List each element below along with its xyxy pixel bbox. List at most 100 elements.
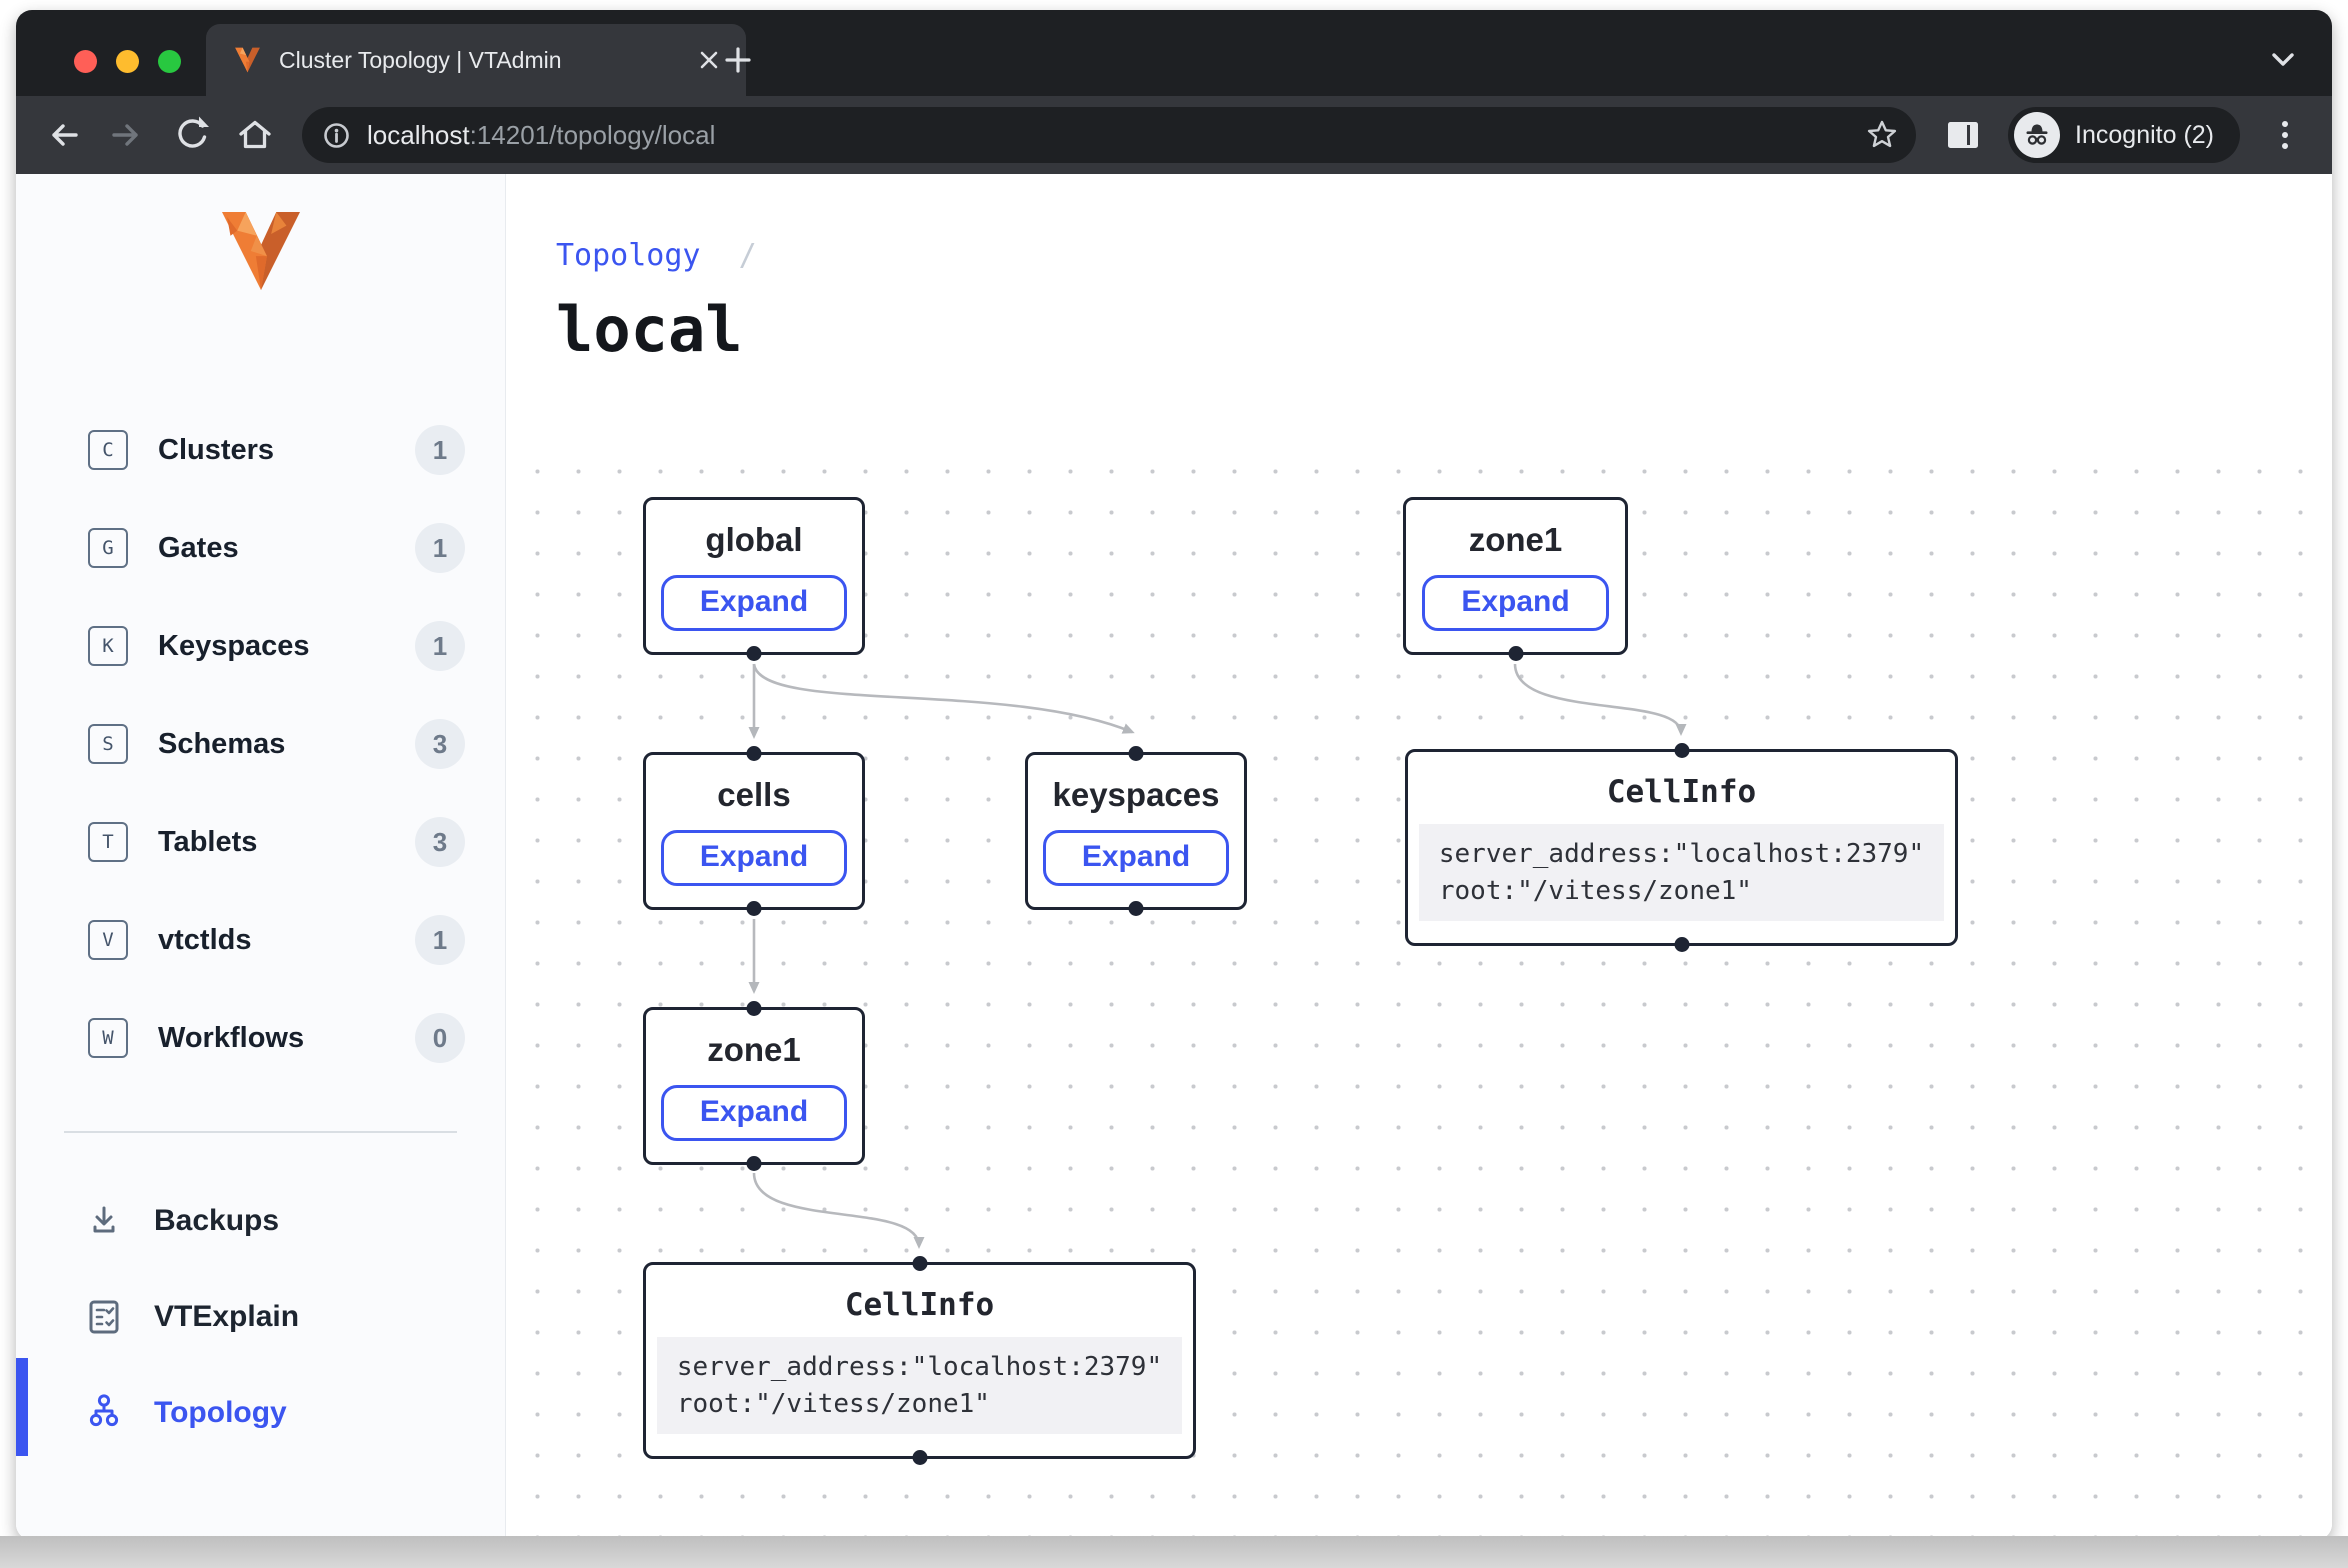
vitess-favicon-icon <box>234 47 261 73</box>
connection-port <box>747 646 762 661</box>
sidebar-item-clusters[interactable]: C Clusters 1 <box>16 401 505 499</box>
count-badge: 1 <box>415 425 465 475</box>
code-line: server_address:"localhost:2379" <box>1439 836 1924 873</box>
connection-port <box>1674 937 1689 952</box>
cellinfo-code: server_address:"localhost:2379" root:"/v… <box>657 1337 1182 1435</box>
vtctlds-icon: V <box>88 920 128 960</box>
breadcrumb-separator: / <box>739 238 757 273</box>
expand-button[interactable]: Expand <box>1043 830 1229 886</box>
topology-node-cellinfo-right: CellInfo server_address:"localhost:2379"… <box>1405 749 1958 946</box>
connection-port <box>747 746 762 761</box>
page-header: Topology / local <box>506 174 2332 366</box>
tab-title: Cluster Topology | VTAdmin <box>279 47 680 74</box>
tab-strip: Cluster Topology | VTAdmin <box>16 10 2332 96</box>
topology-node-cells: cells Expand <box>643 752 865 910</box>
vitess-logo <box>217 212 305 295</box>
sidebar-divider <box>64 1131 457 1133</box>
breadcrumb-topology-link[interactable]: Topology <box>556 238 701 273</box>
node-title: zone1 <box>1469 521 1563 559</box>
keyspaces-icon: K <box>88 626 128 666</box>
topology-icon <box>82 1392 126 1434</box>
connection-port <box>747 1156 762 1171</box>
node-title: CellInfo <box>1607 774 1756 810</box>
sidebar-item-label: Gates <box>158 532 385 565</box>
tab-close-icon[interactable] <box>698 49 720 71</box>
sidebar-item-label: Backups <box>154 1204 279 1238</box>
connection-port <box>1508 646 1523 661</box>
reload-button[interactable] <box>164 108 218 162</box>
sidebar-item-schemas[interactable]: S Schemas 3 <box>16 695 505 793</box>
close-window-button[interactable] <box>74 50 97 73</box>
count-badge: 1 <box>415 915 465 965</box>
code-line: server_address:"localhost:2379" <box>677 1349 1162 1386</box>
window-controls <box>74 50 181 73</box>
topology-node-keyspaces: keyspaces Expand <box>1025 752 1247 910</box>
browser-menu-button[interactable] <box>2258 108 2312 162</box>
breadcrumb: Topology / <box>556 238 2332 273</box>
node-title: CellInfo <box>845 1287 994 1323</box>
expand-button[interactable]: Expand <box>1422 575 1608 631</box>
sidebar-item-vtexplain[interactable]: VTExplain <box>16 1269 505 1365</box>
sidebar-item-backups[interactable]: Backups <box>16 1173 505 1269</box>
app-content: C Clusters 1 G Gates 1 K Keyspaces 1 S S… <box>16 174 2332 1540</box>
sidebar-item-workflows[interactable]: W Workflows 0 <box>16 989 505 1087</box>
sidebar: C Clusters 1 G Gates 1 K Keyspaces 1 S S… <box>16 174 506 1540</box>
topology-node-global: global Expand <box>643 497 865 655</box>
minimize-window-button[interactable] <box>116 50 139 73</box>
browser-toolbar: localhost:14201/topology/local <box>16 96 2332 174</box>
forward-button[interactable] <box>100 108 154 162</box>
count-badge: 1 <box>415 621 465 671</box>
browser-window: Cluster Topology | VTAdmin <box>16 10 2332 1540</box>
main-panel: Topology / local <box>506 174 2332 1540</box>
topology-canvas[interactable]: global Expand zone1 Expand cells Expand <box>506 442 2332 1540</box>
url-text[interactable]: localhost:14201/topology/local <box>367 120 1850 151</box>
cellinfo-code: server_address:"localhost:2379" root:"/v… <box>1419 824 1944 922</box>
count-badge: 3 <box>415 719 465 769</box>
address-bar[interactable]: localhost:14201/topology/local <box>302 107 1916 163</box>
expand-button[interactable]: Expand <box>661 575 847 631</box>
tablets-icon: T <box>88 822 128 862</box>
node-title: zone1 <box>707 1031 801 1069</box>
count-badge: 0 <box>415 1013 465 1063</box>
page-title: local <box>556 293 2332 366</box>
zoom-window-button[interactable] <box>158 50 181 73</box>
schemas-icon: S <box>88 724 128 764</box>
download-icon <box>82 1201 126 1241</box>
incognito-label: Incognito (2) <box>2075 121 2214 150</box>
sidebar-item-keyspaces[interactable]: K Keyspaces 1 <box>16 597 505 695</box>
sidebar-secondary-nav: Backups VTExplain <box>16 1173 505 1461</box>
node-title: cells <box>717 776 790 814</box>
url-path: :14201/topology/local <box>470 120 716 150</box>
connection-port <box>912 1450 927 1465</box>
back-button[interactable] <box>36 108 90 162</box>
workflows-icon: W <box>88 1018 128 1058</box>
profile-badge[interactable]: Incognito (2) <box>2008 107 2240 163</box>
expand-button[interactable]: Expand <box>661 830 847 886</box>
expand-button[interactable]: Expand <box>661 1085 847 1141</box>
sidebar-item-label: Workflows <box>158 1022 385 1055</box>
node-title: keyspaces <box>1053 776 1220 814</box>
side-panel-button[interactable] <box>1936 108 1990 162</box>
active-nav-indicator <box>16 1358 28 1456</box>
desktop-background <box>0 1536 2348 1568</box>
home-button[interactable] <box>228 108 282 162</box>
bookmark-star-icon[interactable] <box>1866 119 1898 151</box>
new-tab-button[interactable] <box>722 44 754 76</box>
sidebar-item-topology[interactable]: Topology <box>16 1365 505 1461</box>
url-host: localhost <box>367 120 470 150</box>
node-title: global <box>705 521 802 559</box>
sidebar-item-gates[interactable]: G Gates 1 <box>16 499 505 597</box>
incognito-icon <box>2014 112 2060 158</box>
connection-port <box>747 901 762 916</box>
connection-port <box>1129 901 1144 916</box>
tab-search-chevron-icon[interactable] <box>2270 52 2296 68</box>
browser-tab[interactable]: Cluster Topology | VTAdmin <box>206 24 746 96</box>
sidebar-item-label: Clusters <box>158 434 385 467</box>
count-badge: 3 <box>415 817 465 867</box>
sidebar-item-label: Schemas <box>158 728 385 761</box>
site-info-icon[interactable] <box>322 121 351 150</box>
sidebar-item-vtctlds[interactable]: V vtctlds 1 <box>16 891 505 989</box>
connection-port <box>1129 746 1144 761</box>
topology-node-zone1-right: zone1 Expand <box>1403 497 1628 655</box>
sidebar-item-tablets[interactable]: T Tablets 3 <box>16 793 505 891</box>
